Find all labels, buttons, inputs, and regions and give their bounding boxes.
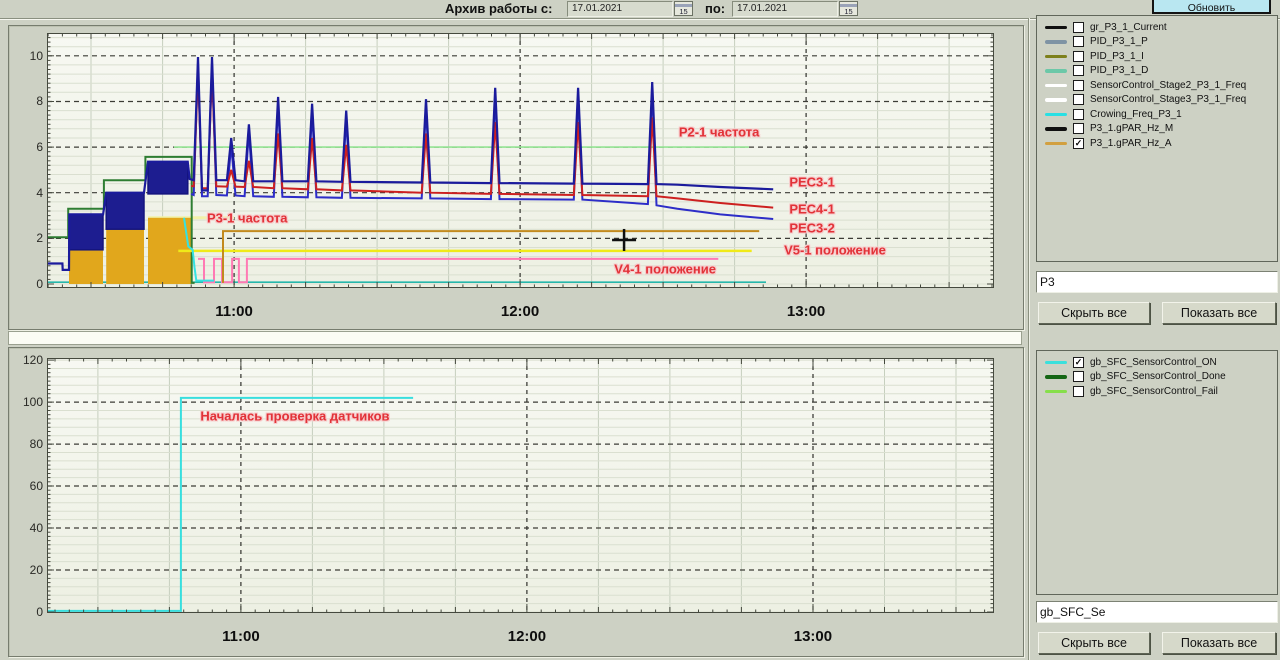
x-axis-tick-label: 13:00 (778, 628, 848, 645)
right-column-divider (1028, 18, 1030, 660)
legend-item: Crowing_Freq_P3_1 (1037, 107, 1277, 122)
series-label: P3_1.gPAR_Hz_A (1090, 138, 1172, 149)
date-from-input[interactable]: 17.01.2021 (567, 1, 673, 17)
chart-annotation: V4-1 положение (614, 261, 716, 276)
series-checkbox[interactable] (1073, 80, 1084, 91)
series-filter-input-bottom[interactable] (1036, 601, 1278, 623)
series-checkbox[interactable] (1073, 94, 1084, 105)
hide-all-button-top[interactable]: Скрыть все (1038, 302, 1150, 324)
series-color-swatch (1045, 98, 1067, 102)
legend-item: SensorControl_Stage2_P3_1_Freq (1037, 78, 1277, 93)
series-label: Crowing_Freq_P3_1 (1090, 109, 1182, 120)
x-axis-tick-label: 12:00 (492, 628, 562, 645)
series-label: gb_SFC_SensorControl_Done (1090, 371, 1226, 382)
y-axis-tick-label: 4 (9, 186, 43, 200)
series-checkbox[interactable] (1073, 22, 1084, 33)
x-axis-tick-label: 12:00 (485, 303, 555, 320)
legend-box-bottom: ✓ gb_SFC_SensorControl_ON gb_SFC_SensorCon… (1036, 350, 1278, 595)
series-color-swatch (1045, 40, 1067, 44)
y-axis-tick-label: 6 (9, 140, 43, 154)
series-checkbox[interactable] (1073, 36, 1084, 47)
series-checkbox[interactable]: ✓ (1073, 138, 1084, 149)
hide-all-button-bottom[interactable]: Скрыть все (1038, 632, 1150, 654)
chart-annotation: РЕС3-1 (789, 175, 835, 190)
series-color-swatch (1045, 69, 1067, 73)
series-label: SensorControl_Stage3_P3_1_Freq (1090, 94, 1246, 105)
legend-item: gr_P3_1_Current (1037, 20, 1277, 35)
legend-item: PID_P3_1_I (1037, 49, 1277, 64)
chart-annotation: Началась проверка датчиков (200, 409, 389, 424)
series-label: P3_1.gPAR_Hz_M (1090, 123, 1173, 134)
chart-annotation: Р3-1 частота (207, 210, 288, 225)
panel-splitter (8, 331, 1022, 345)
archive-from-label: Архив работы с: (445, 1, 552, 16)
chart-annotation: РЕС4-1 (789, 201, 835, 216)
x-axis-tick-label: 13:00 (771, 303, 841, 320)
y-axis-tick-label: 80 (9, 437, 43, 451)
chart-annotation: РЕС3-2 (789, 220, 835, 235)
y-axis-tick-label: 0 (9, 277, 43, 291)
trend-chart-bottom[interactable]: Началась проверка датчиков (47, 358, 994, 613)
series-color-swatch (1045, 84, 1067, 88)
y-axis-tick-label: 8 (9, 94, 43, 108)
show-all-button-top[interactable]: Показать все (1162, 302, 1276, 324)
legend-item: gb_SFC_SensorControl_Done (1037, 370, 1277, 385)
legend-item: PID_P3_1_D (1037, 64, 1277, 79)
show-all-button-bottom[interactable]: Показать все (1162, 632, 1276, 654)
series-color-swatch (1045, 55, 1067, 59)
trend-chart-top[interactable]: Р3-1 частота Р2-1 частота РЕС3-1 РЕС4-1 РЕС3… (47, 33, 994, 288)
series-checkbox[interactable] (1073, 109, 1084, 120)
legend-item: P3_1.gPAR_Hz_M (1037, 122, 1277, 137)
series-checkbox[interactable] (1073, 123, 1084, 134)
chart-annotation: V5-1 положение (784, 243, 886, 258)
calendar-icon: 15 (840, 4, 857, 16)
series-filter-input-top[interactable] (1036, 271, 1278, 293)
series-color-swatch (1045, 375, 1067, 379)
legend-box-top: gr_P3_1_Current PID_P3_1_P PID_P3_1_I PID_P… (1036, 15, 1278, 262)
y-axis-tick-label: 100 (9, 395, 43, 409)
series-label: SensorControl_Stage2_P3_1_Freq (1090, 80, 1246, 91)
y-axis-tick-label: 2 (9, 231, 43, 245)
date-to-input[interactable]: 17.01.2021 (732, 1, 838, 17)
series-label: PID_P3_1_I (1090, 51, 1144, 62)
series-color-swatch (1045, 142, 1067, 146)
archive-to-label: по: (705, 1, 725, 16)
series-label: gb_SFC_SensorControl_ON (1090, 357, 1217, 368)
chart-annotation: Р2-1 частота (679, 124, 760, 139)
series-label: gr_P3_1_Current (1090, 22, 1167, 33)
series-label: PID_P3_1_P (1090, 36, 1148, 47)
series-color-swatch (1045, 26, 1067, 30)
series-checkbox[interactable] (1073, 371, 1084, 382)
y-axis-tick-label: 60 (9, 479, 43, 493)
x-axis-tick-label: 11:00 (199, 303, 269, 320)
legend-item: gb_SFC_SensorControl_Fail (1037, 384, 1277, 399)
legend-item: SensorControl_Stage3_P3_1_Freq (1037, 93, 1277, 108)
series-checkbox[interactable]: ✓ (1073, 357, 1084, 368)
y-axis-tick-label: 40 (9, 521, 43, 535)
series-color-swatch (1045, 113, 1067, 117)
legend-item: ✓ gb_SFC_SensorControl_ON (1037, 355, 1277, 370)
y-axis-tick-label: 10 (9, 49, 43, 63)
trend-panel-top: Р3-1 частота Р2-1 частота РЕС3-1 РЕС4-1 РЕС3… (8, 25, 1024, 330)
legend-item: ✓ P3_1.gPAR_Hz_A (1037, 136, 1277, 151)
series-label: PID_P3_1_D (1090, 65, 1148, 76)
calendar-from-button[interactable]: 15 (674, 1, 693, 16)
legend-item: PID_P3_1_P (1037, 35, 1277, 50)
series-color-swatch (1045, 127, 1067, 131)
y-axis-tick-label: 0 (9, 605, 43, 619)
series-checkbox[interactable] (1073, 51, 1084, 62)
series-color-swatch (1045, 390, 1067, 394)
x-axis-tick-label: 11:00 (206, 628, 276, 645)
refresh-button[interactable]: Обновить (1152, 0, 1271, 14)
y-axis-tick-label: 20 (9, 563, 43, 577)
series-label: gb_SFC_SensorControl_Fail (1090, 386, 1218, 397)
y-axis-tick-label: 120 (9, 353, 43, 367)
calendar-to-button[interactable]: 15 (839, 1, 858, 16)
calendar-icon: 15 (675, 4, 692, 16)
series-checkbox[interactable] (1073, 386, 1084, 397)
trend-panel-bottom: Началась проверка датчиков 0 20 40 60 80 100 1… (8, 347, 1024, 657)
series-color-swatch (1045, 361, 1067, 365)
series-checkbox[interactable] (1073, 65, 1084, 76)
